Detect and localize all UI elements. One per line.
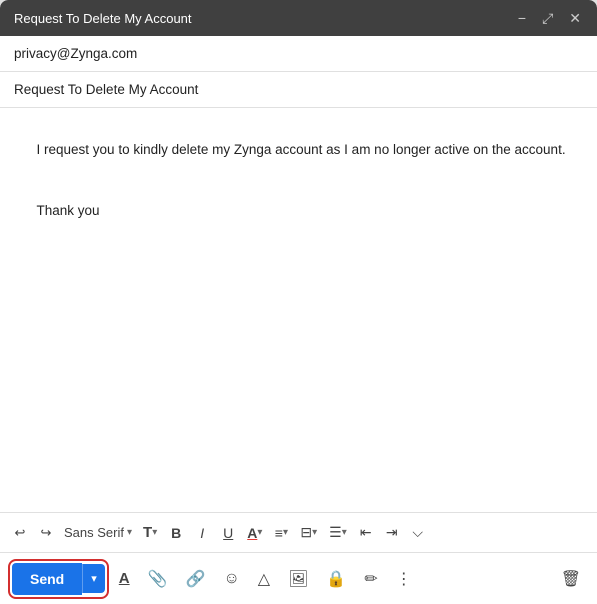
window-title: Request To Delete My Account [14,11,192,26]
indent-less-icon: ⇤ [360,524,372,541]
bold-icon: B [171,525,181,541]
attach-file-icon: 📎 [148,569,168,589]
discard-icon: 🗑 [561,569,581,589]
align-icon: ≡ [275,525,283,541]
numbered-list-chevron: ▾ [312,527,317,538]
underline-button[interactable]: U [216,521,240,545]
title-bar-controls: − ⤢ ✕ [516,9,583,27]
title-bar: Request To Delete My Account − ⤢ ✕ [0,0,597,36]
to-field[interactable]: privacy@Zynga.com [0,36,597,72]
font-family-chevron: ▾ [127,527,132,538]
font-family-label: Sans Serif [64,525,124,540]
align-button[interactable]: ≡ ▾ [269,521,293,545]
formatting-toolbar: ↩ ↪ Sans Serif ▾ T ▾ B I U A ▾ [0,512,597,552]
font-color-button[interactable]: A ▾ [242,521,267,545]
text-style-chevron: ▾ [152,527,157,538]
insert-drive-button[interactable]: △ [254,565,274,593]
more-options-button[interactable]: ⋮ [392,565,416,593]
indent-less-button[interactable]: ⇤ [354,520,378,545]
redo-button[interactable]: ↪ [34,521,58,545]
more-formatting-button[interactable]: ⌵ [406,520,430,545]
undo-button[interactable]: ↩ [8,521,32,545]
bold-button[interactable]: B [164,521,188,545]
indent-more-button[interactable]: ⇥ [380,520,404,545]
bullet-list-button[interactable]: ☰ ▾ [324,520,352,545]
insert-link-icon: 🔗 [186,569,206,589]
italic-icon: I [200,525,204,541]
format-text-button[interactable]: A [115,566,134,591]
font-family-selector[interactable]: Sans Serif ▾ [60,523,136,542]
compose-window: Request To Delete My Account − ⤢ ✕ priva… [0,0,597,604]
underline-icon: U [223,525,233,541]
send-dropdown-chevron: ▾ [91,572,97,585]
message-body-line2: Thank you [37,203,100,218]
align-chevron: ▾ [283,527,288,538]
text-style-icon: T [143,524,152,541]
subject-text: Request To Delete My Account [14,82,198,97]
subject-field[interactable]: Request To Delete My Account [0,72,597,108]
expand-button[interactable]: ⤢ [540,9,555,27]
close-button[interactable]: ✕ [567,9,583,27]
numbered-list-button[interactable]: ⊟ ▾ [295,520,322,545]
send-button-group: Send ▾ [12,563,105,595]
minimize-button[interactable]: − [516,9,528,27]
confidential-mode-icon: 🔒 [326,569,346,589]
signature-button[interactable]: ✏ [360,565,381,593]
send-dropdown-button[interactable]: ▾ [82,564,105,593]
bottom-bar: Send ▾ A 📎 🔗 [0,552,597,604]
font-color-icon: A [247,525,257,541]
bullet-list-icon: ☰ [329,524,342,541]
more-formatting-icon: ⌵ [412,524,423,541]
message-body-line1: I request you to kindly delete my Zynga … [37,142,566,157]
insert-drive-icon: △ [258,569,270,589]
attach-file-button[interactable]: 📎 [144,565,172,593]
font-color-chevron: ▾ [257,527,262,538]
signature-icon: ✏ [364,569,377,589]
indent-more-icon: ⇥ [386,524,398,541]
bullet-list-chevron: ▾ [342,527,347,538]
insert-image-button[interactable]: 🖼 [284,565,312,593]
message-area[interactable]: I request you to kindly delete my Zynga … [0,108,597,512]
compose-body: privacy@Zynga.com Request To Delete My A… [0,36,597,604]
insert-emoji-button[interactable]: ☺ [219,566,243,592]
discard-button[interactable]: 🗑 [557,565,585,593]
numbered-list-icon: ⊟ [300,524,312,541]
format-text-icon: A [119,570,130,587]
confidential-mode-button[interactable]: 🔒 [322,565,350,593]
to-address: privacy@Zynga.com [14,46,137,61]
send-button[interactable]: Send [12,563,82,595]
bottom-icons: A 📎 🔗 ☺ △ 🖼 [115,565,416,593]
insert-emoji-icon: ☺ [223,570,239,588]
bottom-left-actions: Send ▾ A 📎 🔗 [12,563,416,595]
more-options-icon: ⋮ [396,569,412,589]
insert-link-button[interactable]: 🔗 [182,565,210,593]
italic-button[interactable]: I [190,521,214,545]
insert-image-icon: 🖼 [288,569,308,589]
text-style-button[interactable]: T ▾ [138,520,162,545]
